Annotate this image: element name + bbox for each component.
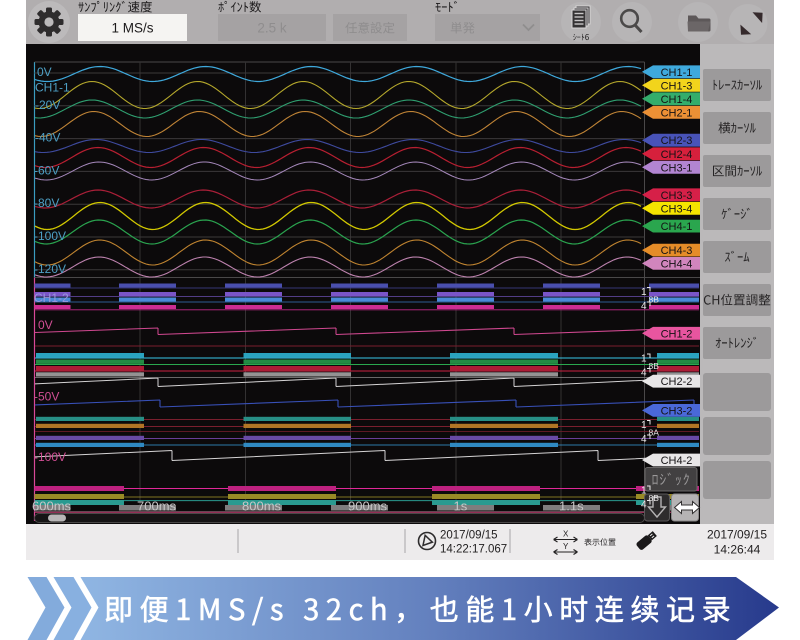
svg-text:1 MS/s: 1 MS/s [111, 21, 153, 36]
svg-text:2017/09/15: 2017/09/15 [440, 530, 498, 542]
svg-text:-40V: -40V [35, 131, 60, 145]
svg-text:CH3-4: CH3-4 [661, 203, 693, 215]
svg-text:1.1s: 1.1s [559, 499, 584, 514]
svg-text:-80V: -80V [34, 196, 59, 210]
svg-text:CH2-2: CH2-2 [661, 376, 693, 388]
svg-text:1s: 1s [454, 499, 468, 514]
svg-text:900ms: 900ms [348, 499, 388, 514]
svg-text:CH4-3: CH4-3 [661, 245, 693, 257]
svg-text:CH1-4: CH1-4 [661, 94, 693, 106]
svg-text:CH4-2: CH4-2 [661, 455, 693, 467]
svg-text:4: 4 [641, 500, 647, 511]
svg-text:-100V: -100V [34, 450, 66, 464]
svg-text:4: 4 [641, 368, 647, 379]
svg-text:CH1-1: CH1-1 [661, 67, 693, 79]
svg-text:800ms: 800ms [242, 499, 282, 514]
svg-text:CH2-1: CH2-1 [661, 107, 693, 119]
svg-text:CH2-3: CH2-3 [661, 135, 693, 147]
svg-text:4: 4 [641, 301, 647, 312]
svg-text:2.5 k: 2.5 k [257, 21, 287, 36]
svg-text:1: 1 [641, 420, 647, 431]
svg-text:-100V: -100V [34, 229, 66, 243]
svg-text:CH3-2: CH3-2 [661, 405, 693, 417]
svg-text:-120V: -120V [34, 262, 66, 276]
svg-text:0V: 0V [38, 318, 53, 332]
svg-text:CH3-3: CH3-3 [661, 190, 693, 202]
svg-text:2017/09/15: 2017/09/15 [707, 528, 767, 542]
svg-text:-20V: -20V [35, 98, 60, 112]
svg-text:CH1-1: CH1-1 [35, 81, 70, 95]
svg-text:4: 4 [641, 434, 647, 445]
svg-text:700ms: 700ms [137, 499, 177, 514]
svg-text:CH2-4: CH2-4 [661, 149, 693, 161]
svg-text:X: X [563, 530, 569, 539]
svg-text:0V: 0V [37, 65, 52, 79]
svg-text:1: 1 [641, 486, 647, 497]
svg-text:1: 1 [641, 354, 647, 365]
svg-text:CH4-1: CH4-1 [661, 221, 693, 233]
svg-text:CH3-1: CH3-1 [661, 162, 693, 174]
svg-text:Y: Y [563, 542, 569, 551]
svg-text:CH1-2: CH1-2 [34, 291, 69, 305]
svg-text:600ms: 600ms [32, 499, 72, 514]
svg-text:-60V: -60V [34, 163, 59, 177]
svg-text:-50V: -50V [34, 390, 59, 404]
svg-text:1: 1 [641, 287, 647, 298]
svg-text:14:22:17.067: 14:22:17.067 [440, 544, 507, 556]
svg-text:CH1-2: CH1-2 [661, 328, 693, 340]
svg-text:14:26:44: 14:26:44 [714, 543, 761, 557]
svg-text:CH4-4: CH4-4 [661, 258, 693, 270]
svg-text:CH1-3: CH1-3 [661, 80, 693, 92]
